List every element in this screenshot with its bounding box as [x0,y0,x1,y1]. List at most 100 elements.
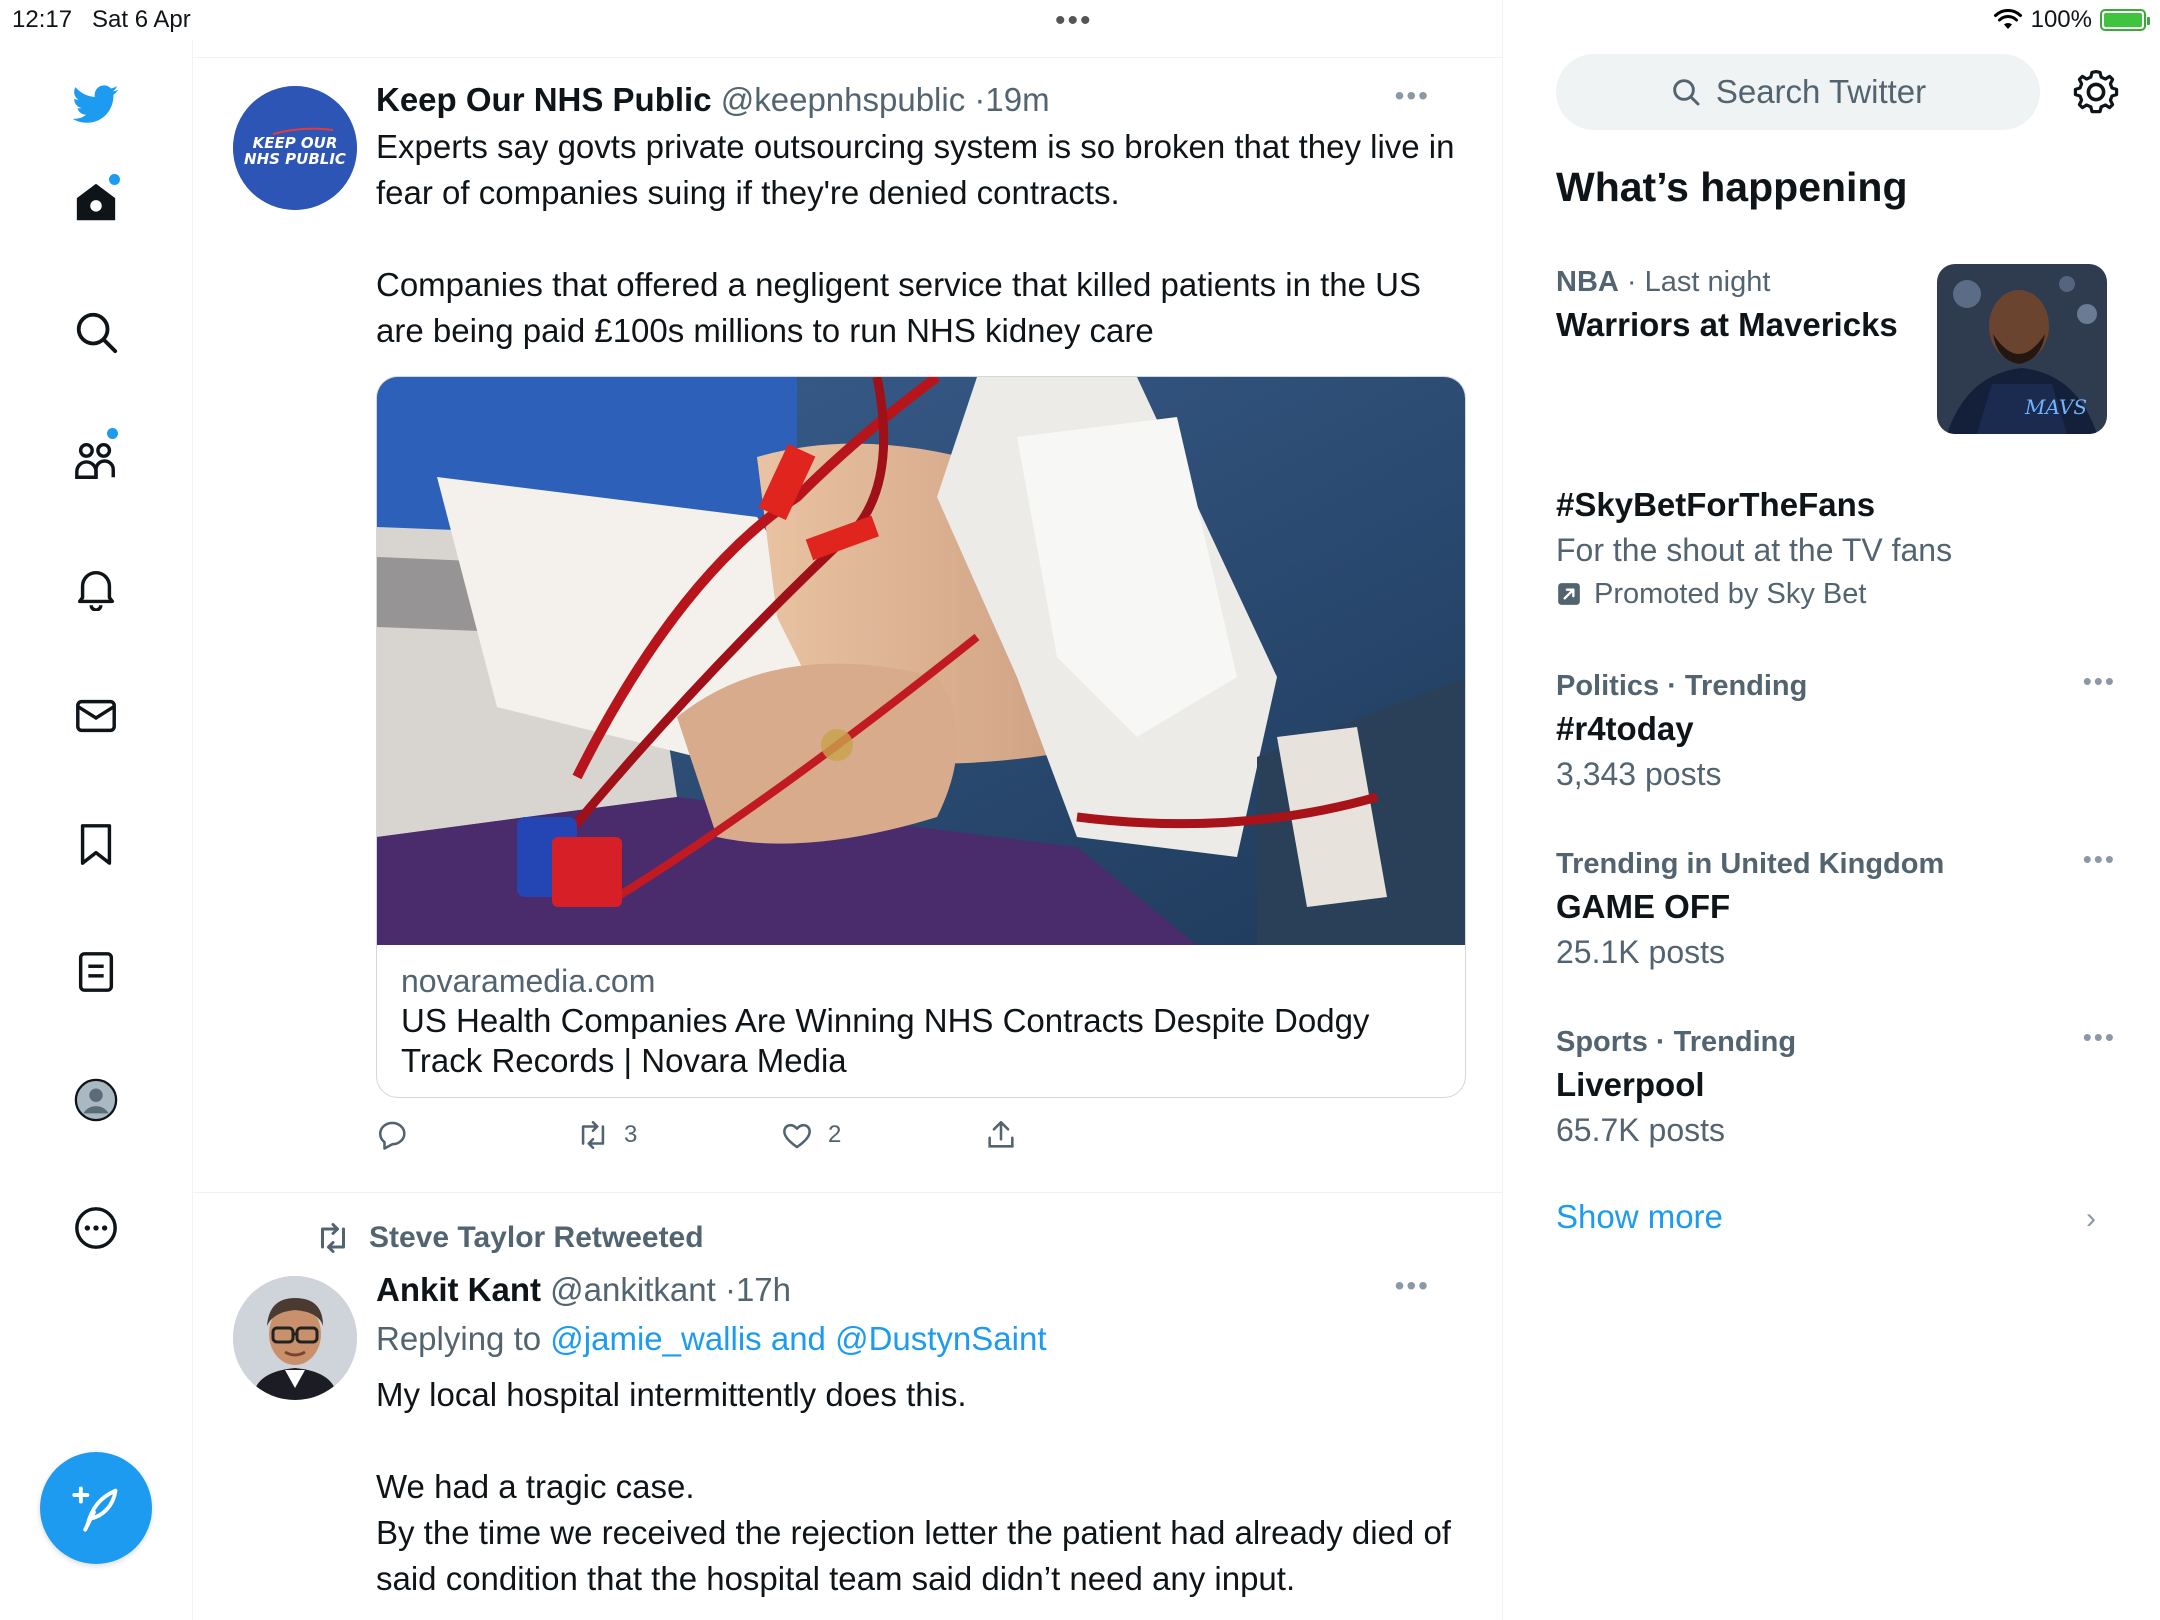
like-button[interactable]: 2 [780,1118,841,1152]
bookmark-icon [80,824,112,865]
svg-text:NHS PUBLIC: NHS PUBLIC [244,150,346,168]
link-card[interactable]: novaramedia.com US Health Companies Are … [376,376,1466,1098]
twitter-logo-icon[interactable] [62,70,130,138]
retweet-button[interactable]: 3 [576,1118,637,1152]
trend-more-button[interactable]: ••• [2083,1022,2116,1053]
envelope-icon [76,699,116,733]
separator-dot: · [974,81,986,118]
tweet-more-button[interactable]: ••• [1395,80,1430,112]
tweet-time[interactable]: 17h [736,1271,791,1308]
card-image [377,377,1465,945]
replying-to: Replying to @jamie_wallis and @DustynSai… [376,1316,1466,1362]
tweet-header: Ankit Kant @ankitkant ·17h [376,1270,1466,1310]
nav-profile[interactable] [62,1066,130,1134]
nav-home[interactable] [62,168,130,236]
timeline-feed: KEEP OUR NHS PUBLIC Keep Our NHS Public … [193,0,1503,1620]
basketball-player-photo: MAVS [1937,264,2107,434]
bird-icon [73,85,119,123]
tweet-header: Keep Our NHS Public @keepnhspublic ·19m [376,80,1466,120]
quill-plus-icon [72,1486,118,1532]
search-input[interactable]: Search Twitter [1556,54,2040,130]
nav-explore[interactable] [62,298,130,366]
trend-item[interactable]: Sports · Trending ••• Liverpool 65.7K po… [1556,1022,2116,1152]
communities-unread-dot [107,428,118,439]
tweet-divider [193,1192,1503,1193]
tweet-text: Experts say govts private outsourcing sy… [376,124,1466,354]
trend-posts: 65.7K posts [1556,1112,1725,1148]
like-count: 2 [828,1121,842,1148]
replying-prefix: Replying to [376,1320,542,1357]
tweet-text: My local hospital intermittently does th… [376,1372,1466,1602]
memoji-avatar [233,1276,357,1400]
trend-more-button[interactable]: ••• [2083,666,2116,697]
nav-bookmarks[interactable] [62,810,130,878]
avatar[interactable] [233,1276,357,1400]
status-time: 12:17 [12,6,73,33]
trend-title: Liverpool [1556,1066,1705,1103]
share-icon [988,1120,1014,1148]
author-name[interactable]: Ankit Kant [376,1271,541,1308]
reply-icon [378,1121,406,1150]
tweet-body: Keep Our NHS Public @keepnhspublic ·19m … [376,80,1466,1178]
trend-title: GAME OFF [1556,888,1731,925]
bell-icon [77,570,115,611]
communities-icon [75,442,115,479]
trend-title: #SkyBetForTheFans [1556,486,1876,523]
author-handle[interactable]: @keepnhspublic [721,81,966,118]
nav-messages[interactable] [62,682,130,750]
nav-more[interactable] [62,1194,130,1262]
tweet-body: Ankit Kant @ankitkant ·17h ••• Replying … [376,1270,1466,1602]
profile-avatar-icon [74,1078,118,1122]
show-more-link[interactable]: Show more [1556,1198,1723,1236]
retweet-count: 3 [624,1121,638,1148]
share-button[interactable] [984,1118,1018,1152]
home-unread-dot [109,174,120,185]
trend-title: #r4today [1556,710,1694,747]
trend-more-button[interactable]: ••• [2083,844,2116,875]
promoted-icon [1558,583,1580,605]
trend-meta: · Last night [1626,266,1771,298]
nav-communities[interactable] [62,426,130,494]
search-icon [1673,79,1700,106]
heart-icon [783,1123,811,1149]
author-name[interactable]: Keep Our NHS Public [376,81,712,118]
promoted-text: Promoted by Sky Bet [1594,578,1867,610]
nav-lists[interactable] [62,938,130,1006]
retweet-icon [581,1120,605,1150]
author-handle[interactable]: @ankitkant [550,1271,716,1308]
trend-posts: 25.1K posts [1556,934,1725,970]
retweeted-by[interactable]: Steve Taylor Retweeted [315,1220,704,1256]
more-circle-icon [75,1207,117,1249]
trend-item-promoted[interactable]: #SkyBetForTheFans For the shout at the T… [1556,482,2116,616]
trend-item[interactable]: Trending in United Kingdom ••• GAME OFF … [1556,844,2116,974]
home-icon [76,183,116,221]
whats-happening-title: What’s happening [1556,164,1908,210]
promoted-label: Promoted by Sky Bet [1556,572,2116,616]
trend-meta: Trending in United Kingdom [1556,848,1945,880]
lists-icon [78,952,114,992]
compose-tweet-button[interactable] [40,1452,152,1564]
status-date: Sat 6 Apr [92,6,191,33]
trend-posts: 3,343 posts [1556,756,1722,792]
tweet-more-button[interactable]: ••• [1395,1270,1430,1302]
card-title: US Health Companies Are Winning NHS Cont… [401,1002,1370,1079]
avatar[interactable]: KEEP OUR NHS PUBLIC [233,86,357,210]
tweet-paragraph: Experts say govts private outsourcing sy… [376,128,1455,211]
card-domain: novaramedia.com [401,963,656,999]
search-placeholder: Search Twitter [1715,73,1927,110]
card-meta: novaramedia.com US Health Companies Are … [377,945,1465,1097]
replying-to-links[interactable]: @jamie_wallis and @DustynSaint [550,1320,1046,1357]
trend-meta: Sports · Trending [1556,1026,1797,1058]
trend-thumbnail[interactable]: MAVS [1937,264,2107,434]
tweet-time[interactable]: 19m [985,81,1049,118]
tweet-actions: 3 2 [376,1118,1466,1178]
trend-category: NBA [1556,266,1619,298]
reply-button[interactable] [376,1118,410,1152]
tweet-paragraph: My local hospital intermittently does th… [376,1376,967,1413]
keep-our-nhs-public-logo: KEEP OUR NHS PUBLIC [233,86,357,210]
chevron-right-icon[interactable]: › [2086,1202,2096,1236]
gear-icon[interactable] [2072,68,2120,116]
trend-item[interactable]: Politics · Trending ••• #r4today 3,343 p… [1556,666,2116,796]
nav-notifications[interactable] [62,554,130,622]
retweeted-by-label: Steve Taylor Retweeted [369,1221,704,1254]
